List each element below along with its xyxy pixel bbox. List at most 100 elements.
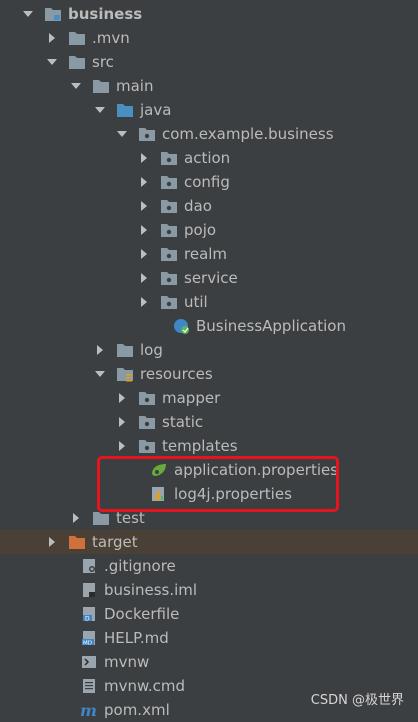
- tree-label: java: [140, 101, 172, 119]
- tree-node-action[interactable]: action: [0, 146, 418, 170]
- chevron-down-icon[interactable]: [94, 368, 106, 380]
- tree-node-src[interactable]: src: [0, 50, 418, 74]
- tree-node-realm[interactable]: realm: [0, 242, 418, 266]
- tree-node-mapper[interactable]: mapper: [0, 386, 418, 410]
- tree-label: business.iml: [104, 581, 198, 599]
- package-icon: [160, 222, 178, 238]
- watermark: CSDN @极世界: [310, 693, 404, 708]
- tree-label: src: [92, 53, 114, 71]
- tree-label: BusinessApplication: [196, 317, 346, 335]
- svg-text:m: m: [80, 702, 97, 718]
- tree-label: config: [184, 173, 230, 191]
- chevron-right-icon[interactable]: [94, 344, 106, 356]
- chevron-right-icon[interactable]: [116, 392, 128, 404]
- tree-node-business-application[interactable]: BusinessApplication: [0, 314, 418, 338]
- package-icon: [160, 174, 178, 190]
- tree-node-mvnw[interactable]: mvnw: [0, 650, 418, 674]
- tree-node-mvn[interactable]: .mvn: [0, 26, 418, 50]
- tree-label: dao: [184, 197, 212, 215]
- chevron-down-icon[interactable]: [116, 128, 128, 140]
- tree-label: service: [184, 269, 238, 287]
- folder-icon: [68, 30, 86, 46]
- tree-label: Dockerfile: [104, 605, 180, 623]
- tree-label: resources: [140, 365, 213, 383]
- chevron-down-icon[interactable]: [70, 80, 82, 92]
- tree-label: pojo: [184, 221, 217, 239]
- tree-node-target[interactable]: target: [0, 530, 418, 554]
- chevron-down-icon[interactable]: [46, 56, 58, 68]
- svg-text:MD: MD: [83, 641, 92, 647]
- chevron-right-icon[interactable]: [116, 440, 128, 452]
- tree-label: util: [184, 293, 208, 311]
- chevron-right-icon[interactable]: [138, 296, 150, 308]
- folder-icon: [116, 342, 134, 358]
- tree-label: business: [68, 5, 143, 23]
- markdown-file-icon: MD: [80, 630, 98, 646]
- tree-node-iml[interactable]: business.iml: [0, 578, 418, 602]
- tree-label: mvnw.cmd: [104, 677, 186, 695]
- tree-label: static: [162, 413, 204, 431]
- chevron-down-icon[interactable]: [22, 8, 34, 20]
- tree-node-main[interactable]: main: [0, 74, 418, 98]
- tree-node-util[interactable]: util: [0, 290, 418, 314]
- tree-node-dockerfile[interactable]: D Dockerfile: [0, 602, 418, 626]
- resources-folder-icon: [116, 366, 134, 382]
- package-icon: [160, 150, 178, 166]
- tree-label: action: [184, 149, 231, 167]
- svg-text:D: D: [85, 616, 90, 623]
- chevron-right-icon[interactable]: [138, 224, 150, 236]
- package-icon: [138, 438, 156, 454]
- tree-node-business[interactable]: business: [0, 2, 418, 26]
- tree-node-gitignore[interactable]: .gitignore: [0, 554, 418, 578]
- tree-node-pojo[interactable]: pojo: [0, 218, 418, 242]
- package-icon: [160, 270, 178, 286]
- tree-node-static[interactable]: static: [0, 410, 418, 434]
- tree-label: .mvn: [92, 29, 130, 47]
- tree-node-java[interactable]: java: [0, 98, 418, 122]
- tree-label: mvnw: [104, 653, 150, 671]
- chevron-right-icon[interactable]: [138, 152, 150, 164]
- tree-label: templates: [162, 437, 238, 455]
- text-file-icon: [80, 678, 98, 694]
- dockerfile-icon: D: [80, 606, 98, 622]
- tree-label: com.example.business: [162, 125, 334, 143]
- maven-icon: m: [80, 702, 98, 718]
- chevron-right-icon[interactable]: [138, 272, 150, 284]
- tree-label: realm: [184, 245, 228, 263]
- package-icon: [160, 294, 178, 310]
- module-folder-icon: [44, 6, 62, 22]
- module-file-icon: [80, 582, 98, 598]
- folder-icon: [68, 54, 86, 70]
- chevron-right-icon[interactable]: [70, 512, 82, 524]
- shell-script-icon: [80, 654, 98, 670]
- chevron-right-icon[interactable]: [138, 200, 150, 212]
- package-icon: [160, 198, 178, 214]
- tree-node-templates[interactable]: templates: [0, 434, 418, 458]
- gitignore-file-icon: [80, 558, 98, 574]
- chevron-right-icon[interactable]: [138, 248, 150, 260]
- tree-node-dao[interactable]: dao: [0, 194, 418, 218]
- tree-node-config[interactable]: config: [0, 170, 418, 194]
- package-icon: [138, 126, 156, 142]
- folder-icon: [92, 510, 110, 526]
- folder-icon: [92, 78, 110, 94]
- annotation-highlight-box: [97, 456, 339, 512]
- tree-node-resources[interactable]: resources: [0, 362, 418, 386]
- tree-node-service[interactable]: service: [0, 266, 418, 290]
- spring-boot-class-icon: [172, 318, 190, 334]
- chevron-down-icon[interactable]: [94, 104, 106, 116]
- tree-node-help-md[interactable]: MD HELP.md: [0, 626, 418, 650]
- excluded-folder-icon: [68, 534, 86, 550]
- tree-label: pom.xml: [104, 701, 170, 719]
- tree-label: log: [140, 341, 163, 359]
- tree-label: mapper: [162, 389, 221, 407]
- tree-node-package[interactable]: com.example.business: [0, 122, 418, 146]
- chevron-right-icon[interactable]: [116, 416, 128, 428]
- package-icon: [138, 390, 156, 406]
- chevron-right-icon[interactable]: [46, 32, 58, 44]
- source-folder-icon: [116, 102, 134, 118]
- package-icon: [138, 414, 156, 430]
- tree-node-log[interactable]: log: [0, 338, 418, 362]
- chevron-right-icon[interactable]: [138, 176, 150, 188]
- chevron-right-icon[interactable]: [46, 536, 58, 548]
